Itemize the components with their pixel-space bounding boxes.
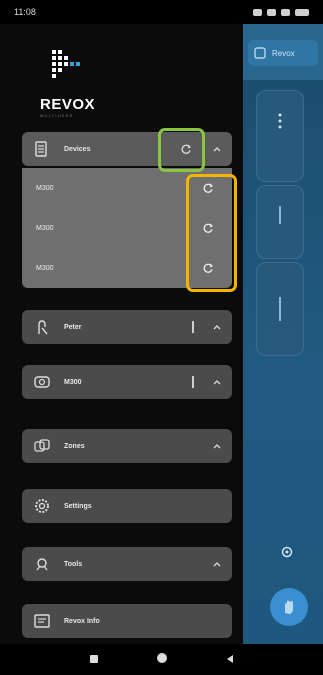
gear-icon [32,496,52,516]
device-label: M300 [36,184,54,192]
back-icon [226,654,233,663]
menu-tools-label: Tools [64,560,83,568]
battery-icon [295,8,309,16]
menu-settings[interactable]: Settings [22,489,232,523]
menu-peter-label: Peter [64,323,82,331]
app-top-bar: Revox [230,24,323,80]
zones-icon [32,436,52,456]
status-time: 11:08 [14,7,36,17]
menu-m300[interactable]: M300 [22,365,232,399]
separator-icon [192,376,194,388]
chevron-up-icon[interactable] [212,559,222,569]
app-floating-button[interactable] [270,588,308,626]
wifi-icon [267,8,276,16]
info-screen-icon [32,611,52,631]
menu-tools[interactable]: Tools [22,547,232,581]
menu-zones[interactable]: Zones [22,429,232,463]
slider-icon [279,297,281,321]
vertical-dots-icon [278,113,282,129]
chevron-up-icon[interactable] [212,377,222,387]
menu-devices-label: Devices [64,145,91,153]
menu-settings-label: Settings [64,502,92,510]
slider-icon [279,206,281,224]
hand-icon [285,600,293,614]
menu-revox-info[interactable]: Revox Info [22,604,232,638]
highlight-green-box [158,128,205,172]
home-icon [156,652,167,663]
app-card-2[interactable] [256,185,304,259]
speaker-icon [32,139,52,159]
chevron-up-icon[interactable] [212,441,222,451]
recents-button[interactable] [89,651,99,669]
radio-icon [32,372,52,392]
brand-name: REVOX [40,96,96,113]
app-header-button[interactable]: Revox [248,40,318,66]
menu-peter[interactable]: Peter [22,310,232,344]
app-card-1[interactable] [256,90,304,182]
app-card-3[interactable] [256,262,304,356]
device-label: M300 [36,264,54,272]
menu-revox-info-label: Revox Info [64,617,100,625]
revox-logo-icon [52,50,80,78]
signal-icon [281,8,290,16]
chevron-up-icon[interactable] [212,322,222,332]
person-icon [32,317,52,337]
device-label: M300 [36,224,54,232]
recents-icon [89,654,98,663]
chevron-up-icon[interactable] [212,144,222,154]
back-button[interactable] [225,651,235,669]
menu-zones-label: Zones [64,442,85,450]
brand-tagline: MULTIUSER [40,113,74,118]
status-icons [253,8,309,16]
app-settings-icon[interactable] [280,545,294,564]
speaker-icon [254,47,266,59]
tools-icon [32,554,52,574]
status-bar: 11:08 [0,0,323,24]
system-navigation-bar [0,644,323,675]
menu-m300-label: M300 [64,378,82,386]
notification-icon [253,8,262,16]
separator-icon [192,321,194,333]
highlight-orange-box [186,174,237,292]
app-header-label: Revox [272,48,295,58]
home-button[interactable] [156,651,168,669]
